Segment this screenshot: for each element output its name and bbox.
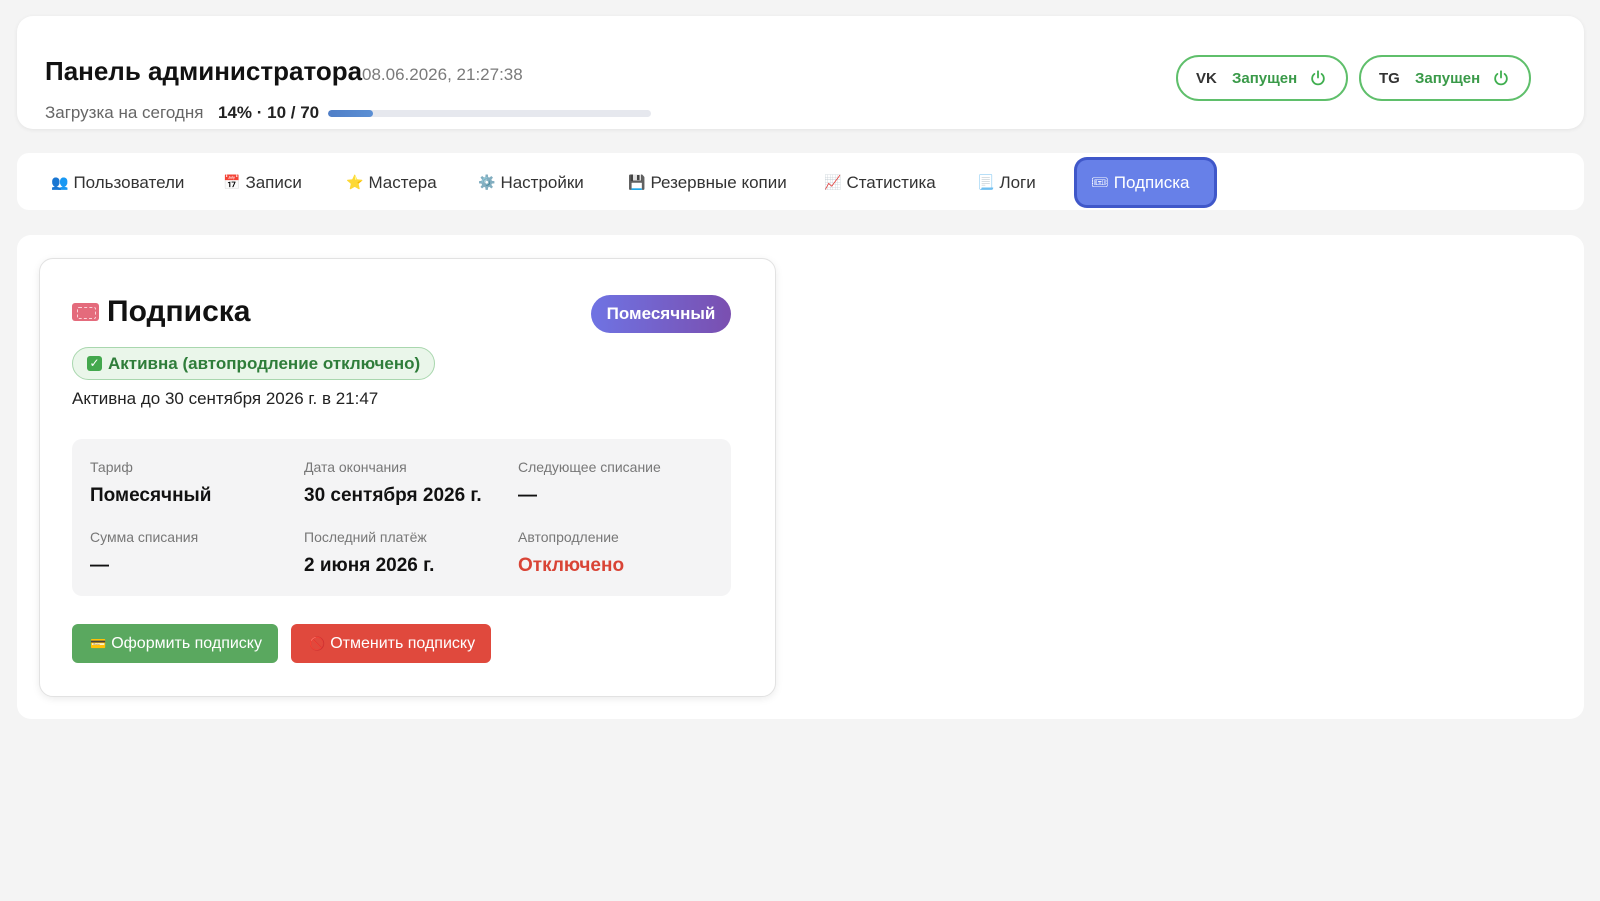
detail-value: Отключено [518,555,625,576]
tab-label: Записи [245,172,302,192]
ticket-icon [72,303,99,321]
tab-label: Настройки [500,172,584,192]
subscription-title: Подписка [107,295,251,328]
document-icon: 📃 [977,174,995,190]
detail-label: Тариф [90,459,133,475]
vk-label: VK [1196,69,1217,87]
detail-label: Следующее списание [518,459,661,475]
detail-label: Автопродление [518,529,619,545]
tab-backups[interactable]: 💾 Резервные копии [614,160,801,205]
page-title: Панель администратора [45,56,363,86]
detail-last-payment: Последний платёж 2 июня 2026 г. [304,529,434,577]
detail-plan: Тариф Помесячный [90,459,211,507]
cancel-button-label: Отменить подписку [330,634,476,652]
detail-autorenew: Автопродление Отключено [518,529,624,577]
subscription-title-row: Подписка [72,295,250,329]
load-value: 14% · 10 / 70 [218,103,320,122]
gear-icon: ⚙️ [478,174,496,190]
subscribe-button-label: Оформить подписку [111,634,262,652]
tab-statistics[interactable]: 📈 Статистика [810,160,950,205]
tab-label: Резервные копии [650,172,787,192]
power-icon [1494,70,1508,86]
cancel-subscription-button[interactable]: 🚫 Отменить подписку [291,624,491,663]
tab-label: Мастера [368,172,437,192]
subscribe-button[interactable]: 💳 Оформить подписку [72,624,278,663]
tab-users[interactable]: 👥 Пользователи [37,160,198,205]
tg-label: TG [1379,69,1400,87]
vk-status-text: Запущен [1232,69,1298,87]
current-datetime: 08.06.2026, 21:27:38 [362,65,523,84]
calendar-icon: 📅 [223,174,241,190]
active-until-text: Активна до 30 сентября 2026 г. в 21:47 [72,389,379,408]
detail-charge-amount: Сумма списания — [90,529,198,577]
detail-value: — [518,485,537,506]
star-icon: ⭐ [346,174,364,190]
subscription-card: Подписка Помесячный ✓ Активна (автопродл… [39,258,776,697]
detail-value: Помесячный [90,485,212,506]
header: Панель администратора 08.06.2026, 21:27:… [17,16,1584,129]
main-tabs: 👥 Пользователи 📅 Записи ⭐ Мастера ⚙️ Нас… [17,153,1584,210]
load-label: Загрузка на сегодня [45,103,204,122]
detail-label: Дата окончания [304,459,407,475]
detail-value: 2 июня 2026 г. [304,555,435,576]
load-progress-bar [328,110,651,117]
tab-label: Пользователи [73,172,185,192]
ticket-icon: 🎟 [1091,174,1109,190]
power-icon [1311,70,1325,86]
subscription-details: Тариф Помесячный Дата окончания 30 сентя… [72,439,731,596]
detail-label: Последний платёж [304,529,427,545]
tab-settings[interactable]: ⚙️ Настройки [464,160,598,205]
main-panel: Подписка Помесячный ✓ Активна (автопродл… [17,235,1584,719]
tab-label: Подписка [1113,172,1190,192]
tab-subscription[interactable]: 🎟 Подписка [1077,160,1214,205]
vk-status-toggle[interactable]: VK Запущен [1176,55,1348,101]
tab-logs[interactable]: 📃 Логи [963,160,1050,205]
detail-next-charge: Следующее списание — [518,459,661,507]
status-badge: ✓ Активна (автопродление отключено) [72,347,436,380]
detail-value: — [90,555,109,576]
tab-bookings[interactable]: 📅 Записи [209,160,316,205]
status-badge-text: Активна (автопродление отключено) [108,353,421,373]
prohibited-icon: 🚫 [309,635,326,651]
tab-label: Логи [999,172,1036,192]
chart-icon: 📈 [824,174,842,190]
detail-value: 30 сентября 2026 г. [304,485,482,506]
floppy-disk-icon: 💾 [628,174,646,190]
tg-status-toggle[interactable]: TG Запущен [1359,55,1531,101]
check-icon: ✓ [87,356,102,371]
users-icon: 👥 [51,174,69,190]
load-progress-fill [328,110,374,117]
tab-masters[interactable]: ⭐ Мастера [332,160,451,205]
tab-label: Статистика [846,172,936,192]
plan-badge: Помесячный [591,295,731,333]
credit-card-icon: 💳 [90,635,107,651]
detail-label: Сумма списания [90,529,199,545]
detail-end-date: Дата окончания 30 сентября 2026 г. [304,459,482,507]
tg-status-text: Запущен [1415,69,1481,87]
